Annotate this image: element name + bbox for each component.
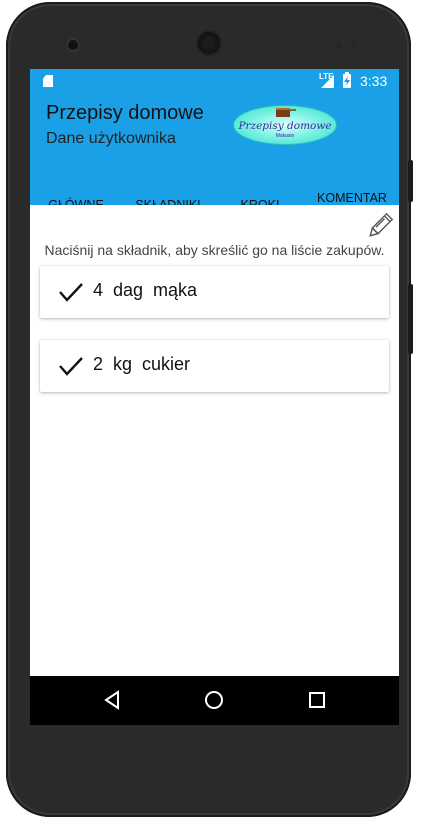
status-bar: LTE 3:33	[30, 69, 399, 93]
signal-icon	[321, 75, 334, 88]
app-logo: Przepisy domowe Makasin	[233, 105, 337, 145]
ingredients-panel: Naciśnij na składnik, aby skreślić go na…	[30, 205, 399, 676]
pencil-icon[interactable]	[368, 208, 398, 238]
ingredient-card[interactable]: 2 kg cukier	[40, 340, 389, 392]
ingredient-card[interactable]: 4 dag mąka	[40, 266, 389, 318]
cake-icon	[276, 108, 296, 117]
logo-text: Przepisy domowe	[238, 120, 332, 132]
ingredient-text: 2 kg cukier	[93, 354, 191, 374]
hint-text: Naciśnij na składnik, aby skreślić go na…	[44, 242, 385, 258]
sd-card-icon	[43, 75, 53, 87]
home-icon[interactable]	[202, 688, 226, 712]
top-bezel	[6, 2, 411, 68]
app-subtitle: Dane użytkownika	[46, 130, 176, 147]
proximity-sensor	[336, 42, 342, 48]
back-icon[interactable]	[100, 688, 124, 712]
checkmark-icon	[59, 283, 83, 302]
status-time: 3:33	[360, 73, 388, 89]
logo-subtext: Makasin	[275, 133, 295, 139]
checkmark-icon	[59, 357, 83, 376]
ingredient-text: 4 dag mąka	[93, 280, 198, 300]
volume-button	[408, 160, 413, 202]
light-sensor	[351, 42, 357, 48]
app-title: Przepisy domowe	[46, 102, 204, 124]
earpiece-speaker	[198, 32, 220, 54]
screen: LTE 3:33 Przepisy domowe Dane użytkownik…	[30, 69, 399, 725]
navigation-bar	[30, 676, 399, 725]
app-bar: Przepisy domowe Dane użytkownika Przepis…	[30, 93, 399, 230]
front-camera	[68, 40, 78, 50]
power-button	[408, 284, 413, 354]
phone-frame: LTE 3:33 Przepisy domowe Dane użytkownik…	[6, 2, 413, 817]
recents-icon[interactable]	[305, 688, 329, 712]
battery-charging-icon	[343, 72, 351, 88]
